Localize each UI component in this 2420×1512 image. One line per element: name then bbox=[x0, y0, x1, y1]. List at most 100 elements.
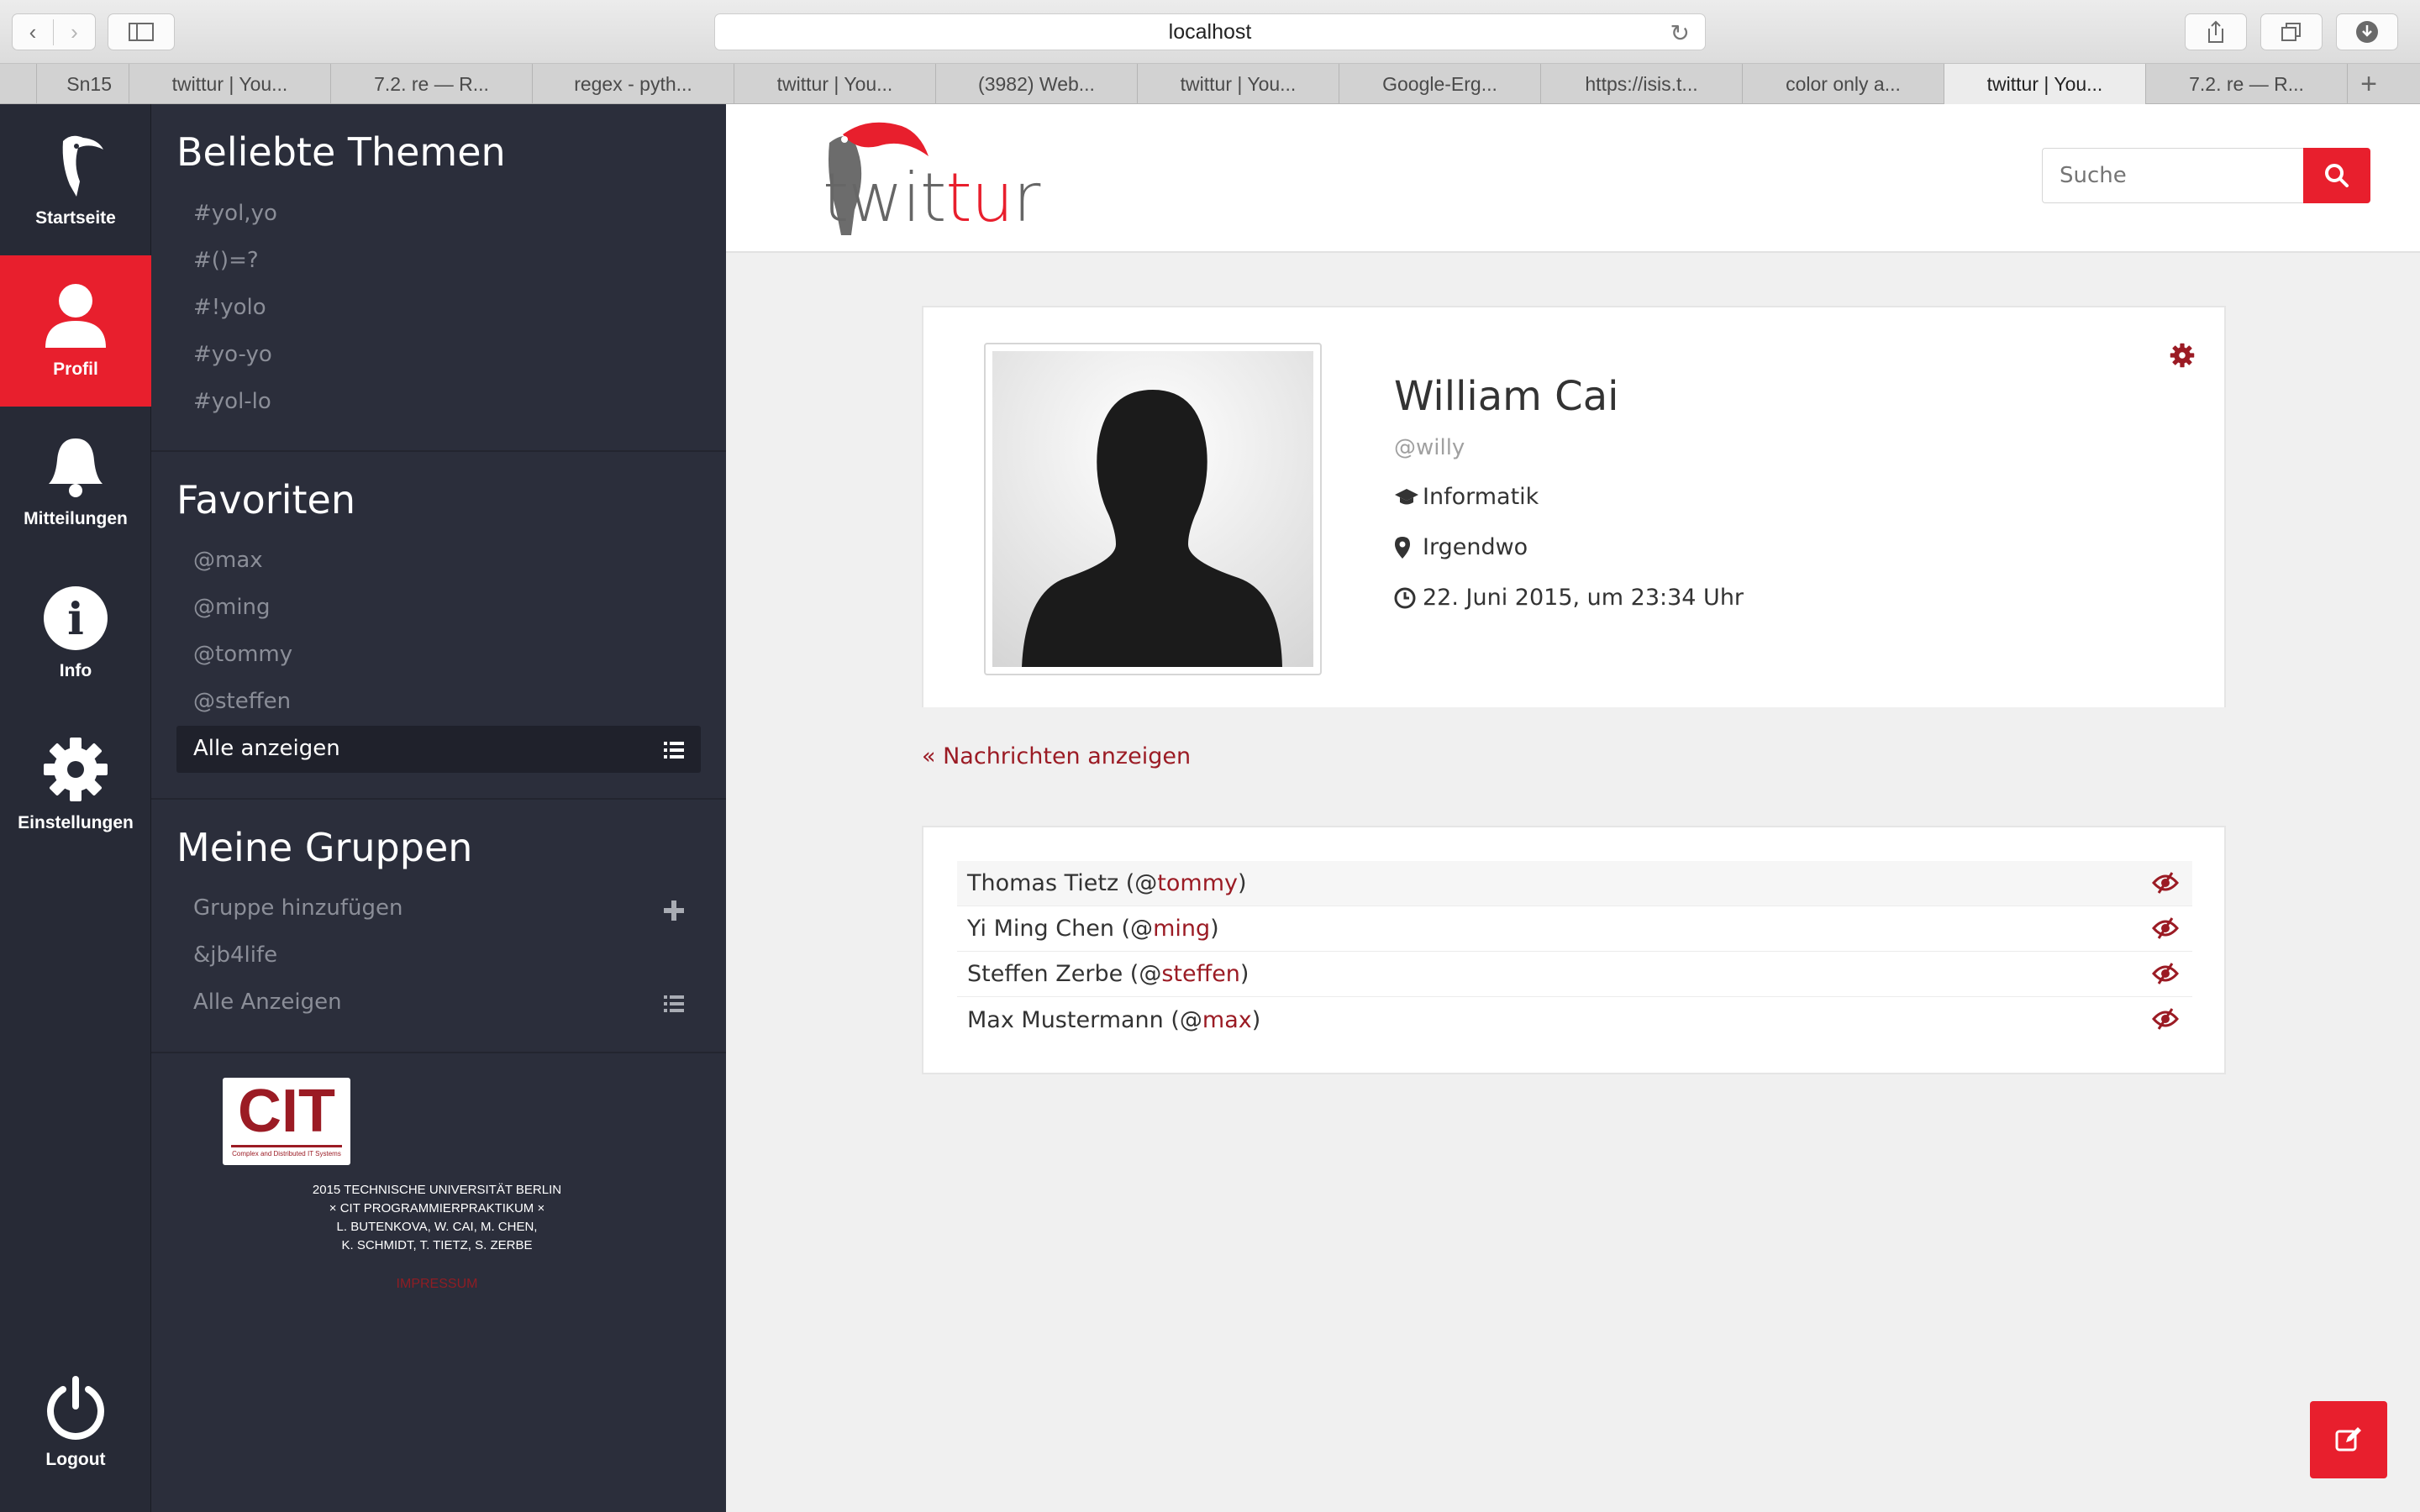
group-link[interactable]: &jb4life bbox=[193, 942, 277, 968]
browser-tab[interactable]: twittur | You... bbox=[734, 64, 936, 104]
brand-part: r bbox=[1013, 159, 1040, 237]
brand-part: twit bbox=[823, 159, 946, 237]
following-name: Thomas Tietz bbox=[967, 870, 1119, 896]
profile-settings-gear-icon[interactable] bbox=[2170, 343, 2195, 368]
browser-tab[interactable]: twittur | You... bbox=[1138, 64, 1339, 104]
search-input[interactable] bbox=[2042, 148, 2306, 203]
nav-info[interactable]: i Info bbox=[0, 558, 151, 709]
search-icon bbox=[2325, 164, 2349, 187]
profile-study-text: Informatik bbox=[1423, 484, 1539, 510]
following-name: Steffen Zerbe bbox=[967, 961, 1123, 987]
tab-title: 7.2. re — R... bbox=[2189, 72, 2304, 95]
browser-tab[interactable]: 7.2. re — R... bbox=[331, 64, 533, 104]
favorite-link[interactable]: @ming bbox=[193, 595, 271, 620]
unfollow-eye-slash-icon[interactable] bbox=[2152, 871, 2179, 895]
info-icon: i bbox=[44, 586, 108, 650]
browser-tab[interactable]: twittur | You... bbox=[129, 64, 331, 104]
nav-profile[interactable]: Profil bbox=[0, 255, 151, 407]
following-handle-link[interactable]: ming bbox=[1153, 916, 1210, 942]
nav-logout[interactable]: Logout bbox=[0, 1347, 151, 1499]
following-handle-link[interactable]: tommy bbox=[1157, 870, 1238, 896]
favorite-link[interactable]: @max bbox=[193, 548, 263, 573]
toucan-icon bbox=[62, 135, 103, 197]
following-name: Yi Ming Chen bbox=[967, 916, 1114, 942]
browser-tab-pinned[interactable] bbox=[0, 64, 37, 104]
credits: 2015 Technische Universität Berlin × CIT… bbox=[235, 1181, 639, 1255]
profile-study: Informatik bbox=[1394, 484, 1539, 510]
topic-link[interactable]: #yol,yo bbox=[193, 201, 277, 226]
browser-tab[interactable]: (3982) Web... bbox=[936, 64, 1138, 104]
unfollow-eye-slash-icon[interactable] bbox=[2152, 916, 2179, 940]
following-row: Yi Ming Chen (@ ming) bbox=[957, 906, 2192, 952]
list-icon bbox=[664, 742, 684, 759]
divider bbox=[151, 1052, 726, 1053]
back-icon[interactable]: ‹ bbox=[13, 18, 55, 45]
reload-icon[interactable]: ↻ bbox=[1670, 19, 1690, 47]
browser-tab[interactable]: color only a... bbox=[1743, 64, 1944, 104]
tab-title: Sn15 bbox=[66, 72, 112, 95]
browser-tab[interactable]: Google-Erg... bbox=[1339, 64, 1541, 104]
profile-photo bbox=[984, 343, 1322, 675]
browser-tab[interactable]: regex - pyth... bbox=[533, 64, 734, 104]
profile-date-text: 22. Juni 2015, um 23:34 Uhr bbox=[1423, 585, 1744, 611]
forward-icon[interactable]: › bbox=[54, 19, 95, 45]
following-row: Max Mustermann (@ max) bbox=[957, 997, 2192, 1042]
following-row: Thomas Tietz (@ tommy) bbox=[957, 861, 2192, 906]
topic-link[interactable]: #yo-yo bbox=[193, 342, 272, 367]
browser-tab[interactable]: 7.2. re — R... bbox=[2146, 64, 2348, 104]
share-button[interactable] bbox=[2185, 13, 2247, 50]
share-icon bbox=[2208, 20, 2223, 43]
address-bar[interactable]: localhost ↻ bbox=[714, 13, 1706, 50]
profile-card: William Cai @willy Informatik Irgendwo 2… bbox=[922, 306, 2226, 707]
plus-icon[interactable] bbox=[664, 900, 684, 921]
downloads-button[interactable] bbox=[2336, 13, 2398, 50]
nav-notifications[interactable]: Mitteilungen bbox=[0, 407, 151, 558]
tab-title: 7.2. re — R... bbox=[374, 72, 489, 95]
unfollow-eye-slash-icon[interactable] bbox=[2152, 962, 2179, 985]
app-header: twittur bbox=[726, 104, 2420, 253]
favorite-link[interactable]: @tommy bbox=[193, 642, 292, 667]
favorite-link[interactable]: @steffen bbox=[193, 689, 291, 714]
topic-link[interactable]: #!yolo bbox=[193, 295, 266, 320]
tab-title: (3982) Web... bbox=[978, 72, 1095, 95]
following-handle-link[interactable]: max bbox=[1202, 1007, 1252, 1033]
bell-icon bbox=[49, 438, 103, 497]
search-button[interactable] bbox=[2303, 148, 2370, 203]
edit-icon bbox=[2335, 1427, 2361, 1452]
url-text: localhost bbox=[1168, 19, 1252, 44]
tab-title: color only a... bbox=[1786, 72, 1901, 95]
profile-handle: @willy bbox=[1394, 435, 1465, 460]
brand-name: twittur bbox=[823, 159, 1040, 237]
tabs-overview-button[interactable] bbox=[2260, 13, 2323, 50]
credits-line: × CIT Programmierpraktikum × bbox=[329, 1201, 545, 1215]
sidebar-toggle-button[interactable] bbox=[108, 13, 175, 50]
unfollow-eye-slash-icon[interactable] bbox=[2152, 1007, 2179, 1031]
favorites-heading: Favoriten bbox=[176, 477, 355, 522]
back-forward-buttons[interactable]: ‹ › bbox=[12, 13, 96, 50]
avatar bbox=[992, 351, 1313, 667]
clock-icon bbox=[1394, 587, 1416, 608]
new-tab-button[interactable]: + bbox=[2348, 64, 2390, 104]
brand-part-accent: tu bbox=[945, 159, 1013, 237]
show-all-groups-link[interactable]: Alle Anzeigen bbox=[193, 990, 342, 1015]
browser-tab[interactable]: Sn15 bbox=[37, 64, 129, 104]
compose-message-button[interactable] bbox=[2310, 1401, 2387, 1478]
topic-link[interactable]: #()=? bbox=[193, 248, 259, 273]
show-messages-link[interactable]: « Nachrichten anzeigen bbox=[922, 743, 1191, 769]
impressum-link[interactable]: Impressum bbox=[235, 1277, 639, 1292]
profile-location: Irgendwo bbox=[1394, 534, 1528, 560]
nav-info-label: Info bbox=[59, 661, 92, 680]
topic-link[interactable]: #yol-lo bbox=[193, 389, 271, 414]
following-handle-link[interactable]: steffen bbox=[1161, 961, 1240, 987]
silhouette-icon bbox=[1022, 390, 1282, 667]
add-group-link[interactable]: Gruppe hinzufügen bbox=[193, 895, 403, 921]
browser-toolbar: ‹ › localhost ↻ bbox=[0, 0, 2420, 64]
browser-tab-active[interactable]: twittur | You... bbox=[1944, 64, 2146, 104]
tabs-icon bbox=[2281, 23, 2301, 41]
cit-logo-line bbox=[231, 1145, 342, 1147]
nav-settings[interactable]: Einstellungen bbox=[0, 709, 151, 860]
sidebar: Beliebte Themen #yol,yo #()=? #!yolo #yo… bbox=[151, 104, 726, 1512]
profile-location-text: Irgendwo bbox=[1423, 534, 1528, 560]
nav-home[interactable]: Startseite bbox=[0, 104, 151, 255]
browser-tab[interactable]: https://isis.t... bbox=[1541, 64, 1743, 104]
